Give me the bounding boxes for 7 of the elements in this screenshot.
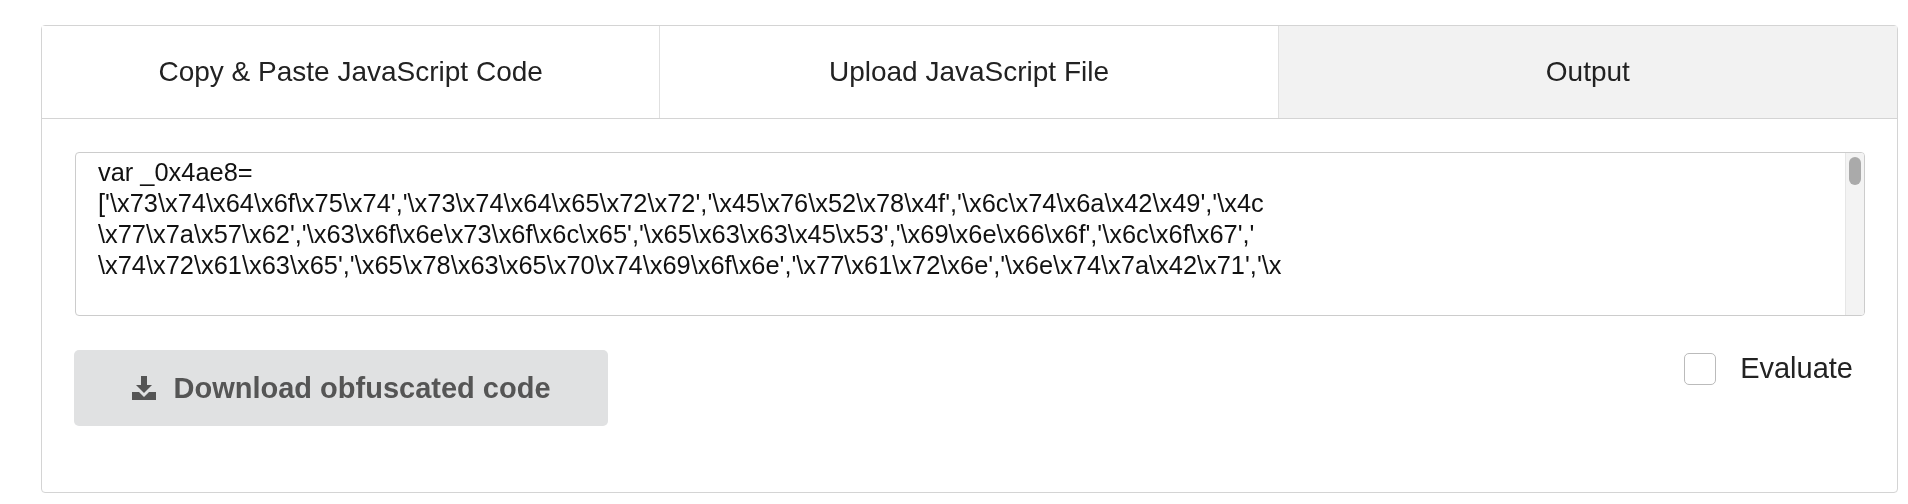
evaluate-label: Evaluate [1740,352,1853,385]
tab[interactable]: Copy & Paste JavaScript Code [42,26,661,118]
scrollbar[interactable] [1845,153,1864,315]
output-text-area[interactable]: var _0x4ae8= ['\x73\x74\x64\x6f\x75\x74','\x73\x74\x64\x65\x72\x72','\x45\x76\x52\x78\x4f','\x6c\x74\x6a\x42\x49','\x4c \x77\x7a\x57\x62','\x63\x6f\x6e\x73\x6f\x6c\x65','\x65\x63\x63\x45\x53','\x69\x6e\x66\x6f','\x6c\x6f\x67',' \x74\x72\x61\x63\x65','\x65\x78\x63\x65\x70\x74\x69\x6f\x6e','\x77\x61\x72\x6e','\x6e\x74\x7a\x42\x71','\x [75,152,1865,316]
evaluate-checkbox[interactable] [1684,352,1717,385]
tab[interactable]: Output [1278,26,1897,118]
download-icon [131,375,158,401]
